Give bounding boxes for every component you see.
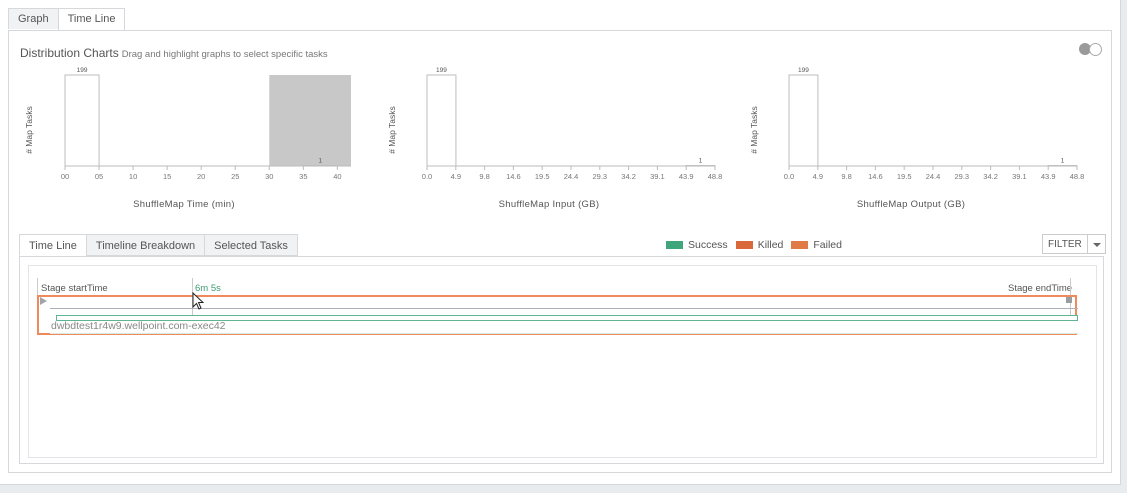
x-tick-label: 0.0: [422, 172, 432, 181]
x-tick-label: 9.8: [479, 172, 489, 181]
histogram-bar[interactable]: [788, 74, 819, 167]
legend-failed: Failed: [791, 239, 842, 251]
x-tick-label: 19.5: [535, 172, 550, 181]
x-tick-label: 39.1: [650, 172, 665, 181]
chart-xlabel: ShuffleMap Time (min): [133, 199, 235, 210]
brush-selection[interactable]: [269, 75, 351, 166]
histogram-bar[interactable]: [685, 165, 716, 167]
x-tick-label: 10: [129, 172, 137, 181]
tab-time-line-view[interactable]: Time Line: [19, 234, 87, 256]
legend-success-label: Success: [688, 239, 728, 251]
mouse-pointer-icon: [192, 292, 205, 310]
x-tick-label: 24.4: [926, 172, 941, 181]
x-tick-label: 40: [333, 172, 341, 181]
x-tick-label: 30: [265, 172, 273, 181]
timeline-container: Stage startTime 6m 5s Stage endTime dwbd…: [19, 256, 1104, 464]
bar-count-label: 199: [436, 67, 447, 74]
tab-timeline-breakdown[interactable]: Timeline Breakdown: [85, 234, 206, 256]
histogram-bar[interactable]: [64, 74, 100, 167]
failed-swatch-icon: [791, 241, 809, 249]
x-tick-label: 14.6: [868, 172, 883, 181]
chart-xlabel: ShuffleMap Output (GB): [856, 199, 966, 210]
x-tick-label: 19.5: [897, 172, 912, 181]
x-tick-label: 34.2: [621, 172, 636, 181]
histogram-bar[interactable]: [426, 74, 457, 167]
toggle-dot-off-icon: [1089, 43, 1102, 56]
x-tick-label: 29.3: [954, 172, 969, 181]
stage-start-label: Stage startTime: [41, 283, 108, 294]
x-tick-label: 9.8: [841, 172, 851, 181]
bar-count-label: 1: [1061, 158, 1065, 165]
distribution-title: Distribution Charts Drag and highlight gr…: [20, 46, 328, 60]
bar-count-label: 199: [798, 67, 809, 74]
legend-killed-label: Killed: [757, 239, 784, 251]
x-tick-label: 48.8: [708, 172, 723, 181]
chart-shufflemap-input[interactable]: # Map Tasks 0.0 4.9 9.8 14.6 19.5 24.4 29.3 34.…: [384, 65, 723, 215]
tab-selected-tasks[interactable]: Selected Tasks: [204, 234, 298, 256]
timeline-panel: Distribution Charts Drag and highlight gr…: [8, 30, 1112, 473]
legend-success: Success: [666, 239, 728, 251]
x-tick-label: 35: [299, 172, 307, 181]
histogram-bar[interactable]: [1047, 165, 1078, 167]
range-start-marker-icon[interactable]: [40, 297, 47, 305]
x-tick-label: 43.9: [679, 172, 694, 181]
timeline-canvas[interactable]: Stage startTime 6m 5s Stage endTime dwbd…: [28, 265, 1097, 458]
chart-svg[interactable]: 00 05 10 15 20 25 30 35 40 199 1: [21, 65, 351, 190]
x-tick-label: 34.2: [983, 172, 998, 181]
x-tick-label: 4.9: [451, 172, 461, 181]
x-tick-label: 05: [95, 172, 103, 181]
chevron-down-icon[interactable]: [1087, 234, 1106, 254]
x-tick-label: 48.8: [1070, 172, 1085, 181]
x-tick-label: 39.1: [1012, 172, 1027, 181]
x-tick-label: 15: [163, 172, 171, 181]
x-tick-label: 0.0: [784, 172, 794, 181]
killed-swatch-icon: [735, 241, 753, 249]
bar-count-label: 1: [699, 158, 703, 165]
x-tick-label: 4.9: [813, 172, 823, 181]
histogram-bar[interactable]: [302, 165, 338, 167]
timeline-tab-bar: Time Line Timeline Breakdown Selected Ta…: [19, 234, 298, 256]
distribution-subtitle: Drag and highlight graphs to select spec…: [121, 49, 328, 60]
chart-svg[interactable]: 0.0 4.9 9.8 14.6 19.5 24.4 29.3 34.2 39.1 43.9 48.…: [746, 65, 1085, 190]
x-tick-label: 25: [231, 172, 239, 181]
x-tick-label: 43.9: [1041, 172, 1056, 181]
x-tick-label: 24.4: [564, 172, 579, 181]
filter-dropdown[interactable]: FILTER: [1042, 234, 1106, 254]
tab-time-line[interactable]: Time Line: [57, 8, 126, 30]
success-swatch-icon: [666, 241, 683, 249]
app-window: Graph Time Line Distribution Charts Drag …: [0, 0, 1121, 485]
stage-end-label: Stage endTime: [1008, 283, 1073, 294]
x-tick-label: 00: [61, 172, 69, 181]
x-tick-label: 14.6: [506, 172, 521, 181]
bar-count-label: 1: [319, 158, 323, 165]
filter-button[interactable]: FILTER: [1042, 234, 1088, 254]
chart-shufflemap-time[interactable]: # Map Tasks 00 05 10 15 20 25 30 35 40 199 1 Shuff…: [21, 65, 351, 215]
x-tick-label: 20: [197, 172, 205, 181]
range-end-marker-icon[interactable]: [1066, 297, 1072, 303]
view-toggle[interactable]: [1079, 43, 1105, 56]
chart-xlabel: ShuffleMap Input (GB): [498, 199, 600, 210]
legend-failed-label: Failed: [813, 239, 842, 251]
legend-killed: Killed: [735, 239, 784, 251]
distribution-title-text: Distribution Charts: [20, 46, 119, 60]
top-tab-bar: Graph Time Line: [8, 8, 126, 30]
status-legend: Success Killed Failed: [666, 239, 850, 251]
chart-svg[interactable]: 0.0 4.9 9.8 14.6 19.5 24.4 29.3 34.2 39.1 43.9 48.…: [384, 65, 723, 190]
executor-host-label: dwbdtest1r4w9.wellpoint.com-exec42: [51, 320, 226, 332]
bar-count-label: 199: [77, 67, 88, 74]
tab-graph[interactable]: Graph: [8, 8, 59, 29]
x-tick-label: 29.3: [592, 172, 607, 181]
chart-shufflemap-output[interactable]: # Map Tasks 0.0 4.9 9.8 14.6 19.5 24.4 29.3 34.…: [746, 65, 1085, 215]
